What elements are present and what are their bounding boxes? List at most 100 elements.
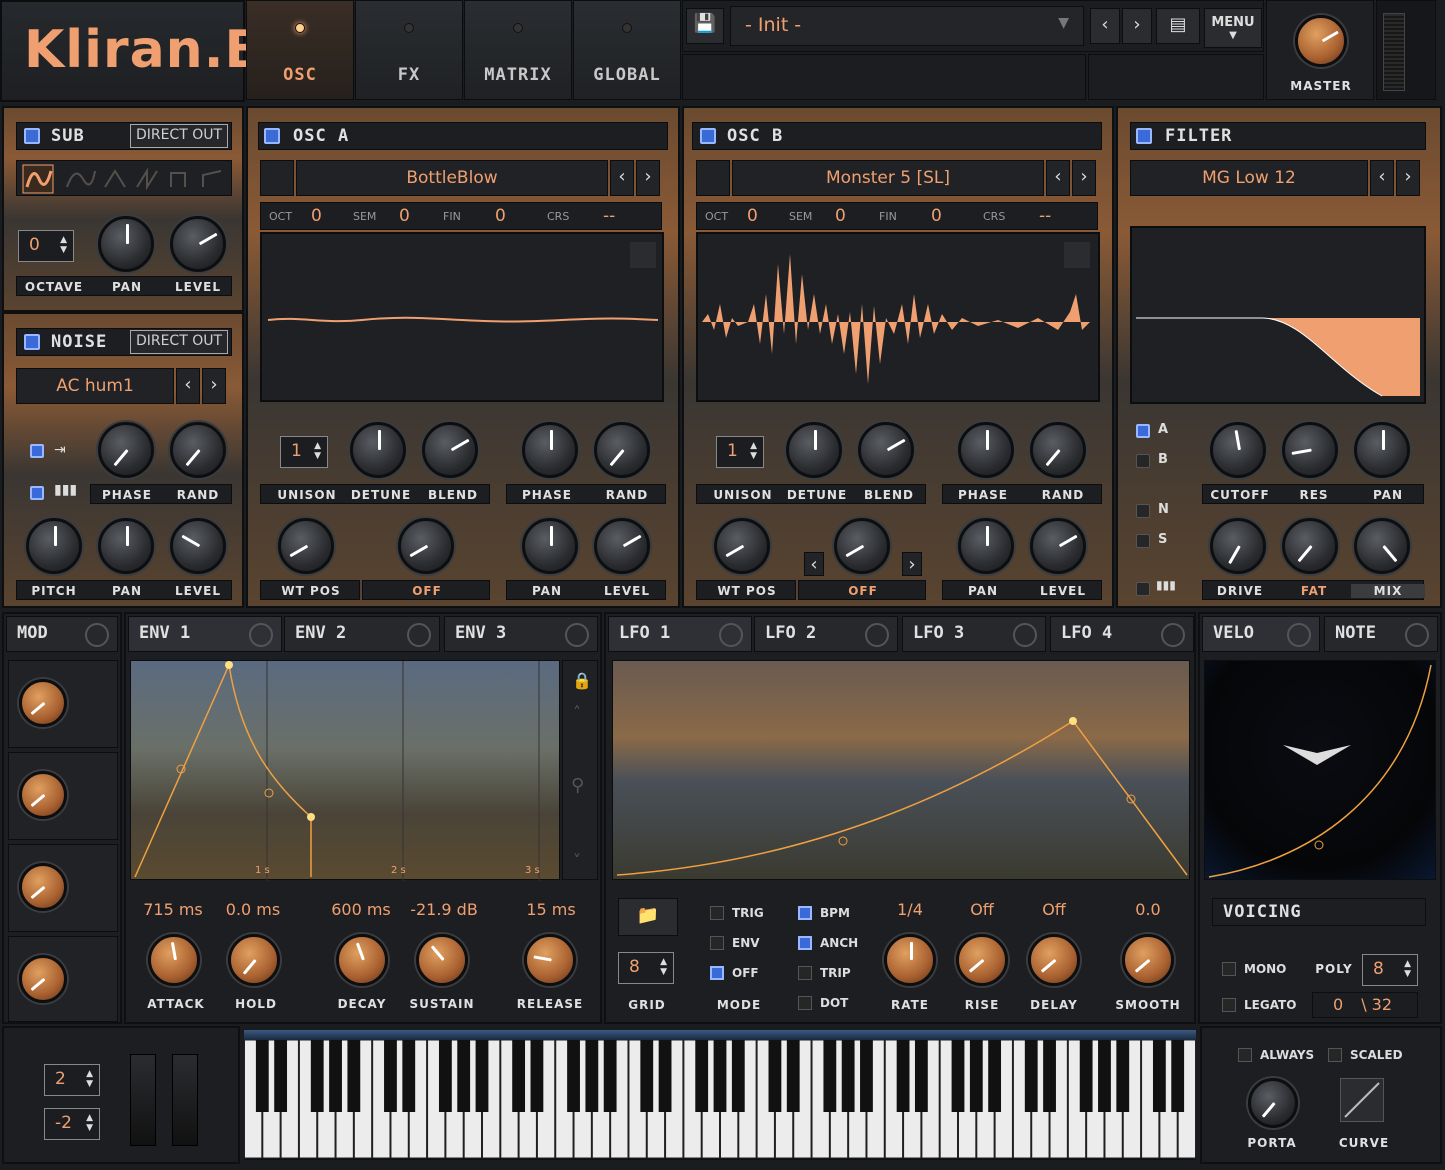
sub-enable-toggle[interactable] xyxy=(24,128,40,144)
black-key[interactable] xyxy=(988,1040,1002,1112)
piano-keyboard[interactable] xyxy=(244,1030,1196,1160)
filter-route-s-toggle[interactable] xyxy=(1136,534,1150,548)
osc-b-next-icon[interactable]: › xyxy=(1072,160,1096,196)
black-key[interactable] xyxy=(1152,1040,1166,1112)
mod-slot-2-knob[interactable] xyxy=(19,771,67,819)
prev-preset-icon[interactable]: ‹ xyxy=(1090,8,1120,44)
osc-a-blend-knob[interactable] xyxy=(422,422,478,478)
osc-a-prev-icon[interactable]: ‹ xyxy=(610,160,634,196)
filter-res-knob[interactable] xyxy=(1282,422,1338,478)
mono-checkbox[interactable]: MONO xyxy=(1222,962,1286,976)
osc-b-waveform-display[interactable] xyxy=(696,232,1100,402)
tab-lfo-3[interactable]: LFO 3 xyxy=(902,616,1046,652)
velocity-curve[interactable] xyxy=(1204,660,1436,880)
tab-global[interactable]: GLOBAL xyxy=(573,0,681,100)
osc-b-warp-next-icon[interactable]: › xyxy=(902,552,922,576)
black-key[interactable] xyxy=(402,1040,416,1112)
noise-level-knob[interactable] xyxy=(170,518,226,574)
osc-a-wtpos-knob[interactable] xyxy=(278,518,334,574)
osc-b-tuning[interactable]: OCT 0 SEM 0 FIN 0 CRS -- xyxy=(696,202,1098,230)
always-checkbox[interactable]: ALWAYS xyxy=(1238,1048,1314,1062)
release-knob[interactable] xyxy=(524,934,576,986)
osc-b-pan-knob[interactable] xyxy=(958,518,1014,574)
black-key[interactable] xyxy=(860,1040,873,1112)
lfo-env-checkbox[interactable]: ENV xyxy=(710,936,760,950)
black-key[interactable] xyxy=(914,1040,928,1112)
black-key[interactable] xyxy=(1079,1040,1093,1112)
lock-icon[interactable]: 🔒 xyxy=(572,671,592,690)
curve-icon[interactable] xyxy=(1340,1078,1384,1122)
black-key[interactable] xyxy=(1043,1040,1056,1112)
osc-a-warp-mode[interactable]: OFF xyxy=(362,580,490,600)
osc-b-warp-mode[interactable]: OFF xyxy=(798,580,926,600)
lfo-smooth-knob[interactable] xyxy=(1122,934,1174,986)
scaled-checkbox[interactable]: SCALED xyxy=(1328,1048,1403,1062)
noise-keytrack-toggle[interactable] xyxy=(30,486,44,500)
black-key[interactable] xyxy=(658,1040,672,1112)
tab-velo[interactable]: VELO xyxy=(1202,616,1320,652)
porta-knob[interactable] xyxy=(1248,1078,1298,1128)
filter-keytrack-toggle[interactable] xyxy=(1136,582,1150,596)
osc-b-unison-spinner[interactable]: 1 ▲ ▼ xyxy=(716,436,764,468)
lfo-bpm-checkbox[interactable]: BPM xyxy=(798,906,850,920)
osc-b-level-knob[interactable] xyxy=(1030,518,1086,574)
zoom-icon[interactable]: ⚲ xyxy=(571,775,584,796)
noise-type-selector[interactable]: AC hum1 xyxy=(16,368,174,404)
osc-a-wavetable-selector[interactable]: BottleBlow xyxy=(296,160,608,196)
osc-a-tuning[interactable]: OCT 0 SEM 0 FIN 0 CRS -- xyxy=(260,202,662,230)
lfo-trip-checkbox[interactable]: TRIP xyxy=(798,966,851,980)
osc-b-blend-knob[interactable] xyxy=(858,422,914,478)
lfo-trig-checkbox[interactable]: TRIG xyxy=(710,906,764,920)
black-key[interactable] xyxy=(640,1040,654,1112)
lfo-dot-checkbox[interactable]: DOT xyxy=(798,996,848,1010)
decay-knob[interactable] xyxy=(336,934,388,986)
bend-up-spinner[interactable]: 2 ▲ ▼ xyxy=(44,1064,100,1096)
chevron-down-icon[interactable]: ˅ xyxy=(573,851,581,870)
black-key[interactable] xyxy=(896,1040,910,1112)
mod-wheel[interactable] xyxy=(172,1054,198,1146)
black-key[interactable] xyxy=(1024,1040,1038,1112)
tab-note[interactable]: NOTE xyxy=(1324,616,1438,652)
hold-knob[interactable] xyxy=(228,934,280,986)
sub-direct-out-button[interactable]: DIRECT OUT xyxy=(130,124,228,148)
bend-down-spinner[interactable]: -2 ▲ ▼ xyxy=(44,1108,100,1140)
tab-env-3[interactable]: ENV 3 xyxy=(444,616,598,652)
filter-mix-knob[interactable] xyxy=(1354,518,1410,574)
filter-cutoff-knob[interactable] xyxy=(1210,422,1266,478)
browser-icon[interactable]: ▤ xyxy=(1156,8,1200,44)
sub-octave-spinner[interactable]: 0 ▲ ▼ xyxy=(18,230,74,262)
noise-prev-icon[interactable]: ‹ xyxy=(176,368,200,404)
black-key[interactable] xyxy=(951,1040,965,1112)
black-key[interactable] xyxy=(475,1040,489,1112)
filter-type-selector[interactable]: MG Low 12 xyxy=(1130,160,1368,196)
black-key[interactable] xyxy=(841,1040,855,1112)
lfo-grid-spinner[interactable]: 8 ▲ ▼ xyxy=(618,952,674,984)
filter-prev-icon[interactable]: ‹ xyxy=(1370,160,1394,196)
poly-spinner[interactable]: 8 ▲ ▼ xyxy=(1362,954,1418,986)
black-key[interactable] xyxy=(585,1040,599,1112)
black-key[interactable] xyxy=(255,1040,269,1112)
sub-pan-knob[interactable] xyxy=(98,216,154,272)
black-key[interactable] xyxy=(567,1040,580,1112)
tab-lfo-1[interactable]: LFO 1 xyxy=(608,616,752,652)
noise-pitch-knob[interactable] xyxy=(26,518,82,574)
osc-a-level-knob[interactable] xyxy=(594,518,650,574)
osc-b-wtpos-knob[interactable] xyxy=(714,518,770,574)
black-key[interactable] xyxy=(713,1040,727,1112)
osc-b-rand-knob[interactable] xyxy=(1030,422,1086,478)
save-icon[interactable]: 💾 xyxy=(686,8,724,44)
noise-pan-knob[interactable] xyxy=(98,518,154,574)
black-key[interactable] xyxy=(768,1040,782,1112)
noise-next-icon[interactable]: › xyxy=(202,368,226,404)
black-key[interactable] xyxy=(823,1040,837,1112)
osc-b-warp-knob[interactable] xyxy=(834,518,890,574)
osc-b-enable-toggle[interactable] xyxy=(700,128,716,144)
tab-lfo-4[interactable]: LFO 4 xyxy=(1050,616,1194,652)
chevron-up-icon[interactable]: ˄ xyxy=(573,703,581,722)
lfo-rate-knob[interactable] xyxy=(884,934,936,986)
master-knob[interactable] xyxy=(1295,15,1347,67)
black-key[interactable] xyxy=(384,1040,397,1112)
lfo-anch-checkbox[interactable]: ANCH xyxy=(798,936,858,950)
filter-route-b-toggle[interactable] xyxy=(1136,454,1150,468)
osc-a-enable-toggle[interactable] xyxy=(264,128,280,144)
